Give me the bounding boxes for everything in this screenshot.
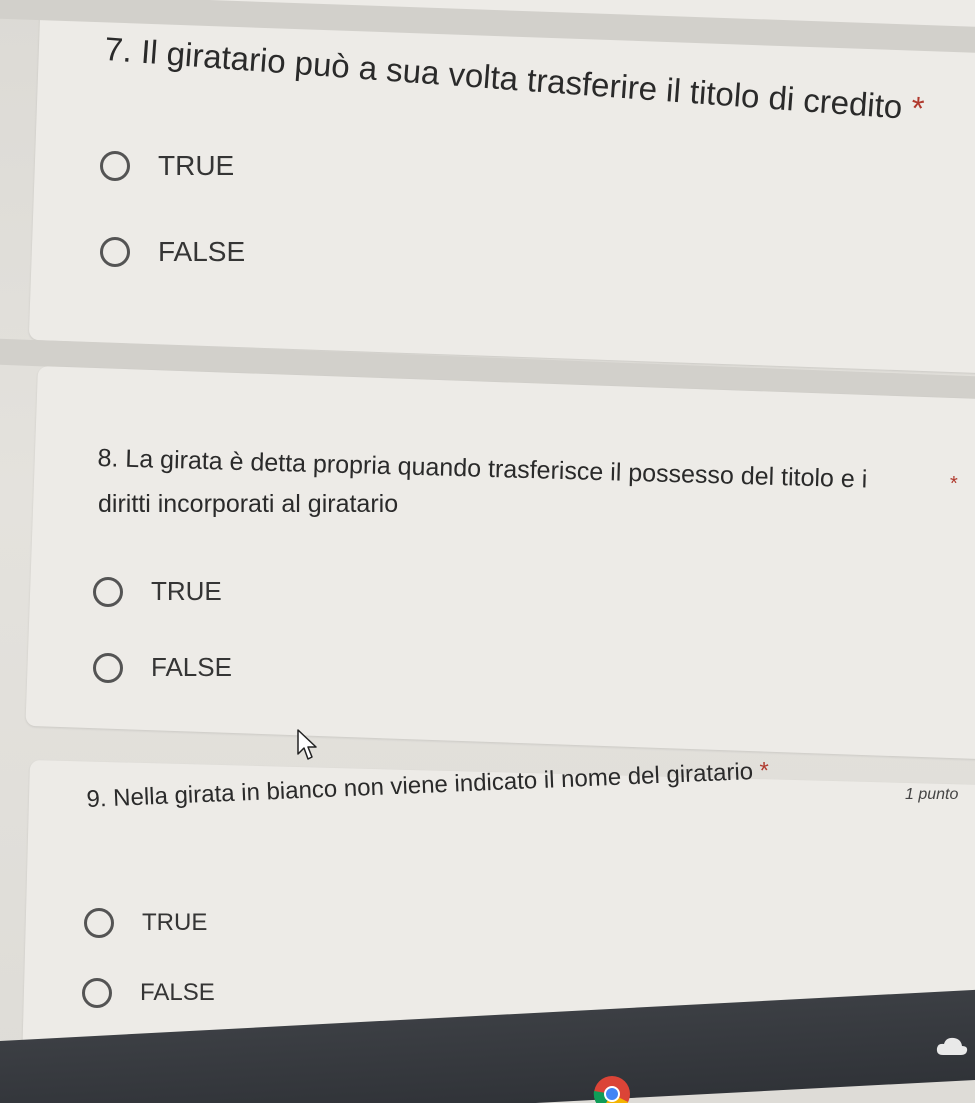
- option-label: TRUE: [142, 909, 208, 936]
- radio-button[interactable]: [93, 576, 123, 607]
- question-number: 7.: [103, 30, 134, 69]
- chrome-icon[interactable]: [592, 1074, 632, 1103]
- radio-button[interactable]: [84, 908, 114, 938]
- radio-button[interactable]: [100, 151, 130, 181]
- required-asterisk: *: [910, 89, 926, 128]
- option-label: FALSE: [158, 236, 246, 267]
- required-asterisk: *: [950, 473, 958, 495]
- points-label: 1 punto: [905, 786, 959, 803]
- mouse-pointer-icon: [297, 729, 317, 760]
- option-label: TRUE: [151, 576, 222, 606]
- option-label: FALSE: [151, 652, 232, 682]
- option-true[interactable]: TRUE: [84, 908, 207, 938]
- radio-button[interactable]: [82, 978, 112, 1008]
- question-8-title-line2: diritti incorporati al giratario: [98, 490, 399, 518]
- option-false[interactable]: FALSE: [100, 236, 245, 268]
- form-page: 7. Il giratario può a sua volta trasferi…: [0, 0, 975, 1103]
- option-label: TRUE: [158, 150, 235, 181]
- option-false[interactable]: FALSE: [82, 978, 215, 1008]
- required-asterisk: *: [759, 757, 770, 785]
- option-true[interactable]: TRUE: [93, 576, 222, 607]
- question-number: 8.: [97, 444, 119, 473]
- option-true[interactable]: TRUE: [100, 150, 234, 182]
- option-label: FALSE: [140, 979, 215, 1006]
- radio-button[interactable]: [100, 237, 130, 267]
- option-false[interactable]: FALSE: [93, 652, 232, 683]
- question-number: 9.: [86, 785, 108, 813]
- question-card-8: [25, 366, 975, 760]
- radio-button[interactable]: [93, 652, 123, 683]
- cloud-icon[interactable]: [935, 1035, 969, 1057]
